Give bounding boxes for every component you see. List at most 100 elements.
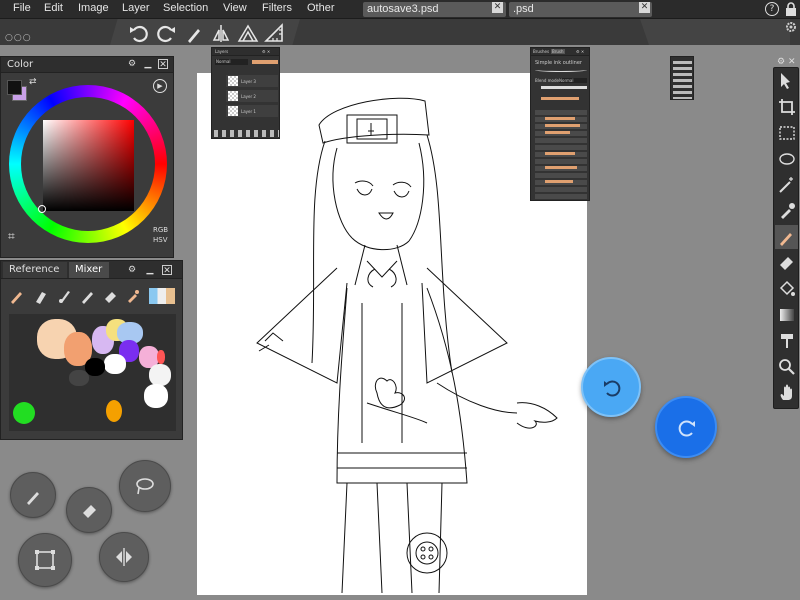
layer-opacity-slider[interactable]: [252, 60, 278, 64]
lasso-quick-button[interactable]: [119, 460, 171, 512]
layer-blend-mode-select[interactable]: Normal: [215, 59, 248, 65]
drawing-canvas[interactable]: [197, 73, 587, 595]
menu-layer[interactable]: Layer: [122, 2, 150, 14]
ellipse-select-icon[interactable]: [777, 149, 797, 169]
blend-mode-select[interactable]: Normal: [559, 78, 587, 83]
swap-colors-icon[interactable]: ⇄: [29, 77, 37, 87]
paint-blob: [144, 384, 168, 408]
rectangle-select-icon[interactable]: [777, 123, 797, 143]
color-mode-hsv[interactable]: HSV: [153, 236, 168, 244]
tab-brush[interactable]: Brush: [551, 49, 565, 54]
brush-setting-slider[interactable]: [541, 97, 579, 100]
layer-actions-bar[interactable]: [214, 130, 279, 137]
ruler-icon[interactable]: [263, 22, 285, 44]
flip-quick-button[interactable]: [99, 532, 149, 582]
close-icon[interactable]: ✕: [162, 265, 172, 276]
layer-row[interactable]: Layer 3: [226, 75, 278, 87]
brush-setting-slider[interactable]: [541, 86, 587, 89]
layer-row[interactable]: Layer 2: [226, 90, 278, 102]
redo-icon: [678, 420, 695, 437]
gear-icon[interactable]: [785, 21, 797, 33]
lock-icon[interactable]: [785, 2, 797, 16]
crop-icon[interactable]: [777, 97, 797, 117]
brush-setting-slider[interactable]: [545, 166, 577, 169]
tab-autosave3[interactable]: autosave3.psd: [363, 2, 506, 17]
close-icon[interactable]: ✕: [158, 59, 168, 70]
gear-icon[interactable]: ⚙: [777, 57, 785, 67]
floating-undo-button[interactable]: [581, 357, 641, 417]
magic-wand-icon[interactable]: [777, 175, 797, 195]
color-mode-rgb[interactable]: RGB: [153, 226, 168, 234]
mixer-tool-brush-icon[interactable]: [9, 288, 25, 304]
menu-filters[interactable]: Filters: [262, 2, 292, 14]
close-icon[interactable]: ✕: [788, 57, 796, 67]
close-tab-icon[interactable]: ✕: [492, 2, 503, 13]
blend-mode-label: Blend mode: [535, 78, 560, 83]
layer-thumbnail: [228, 106, 238, 116]
eraser-icon[interactable]: [777, 253, 797, 273]
panel-header: Color ⚙ ▁ ✕: [1, 57, 173, 73]
foreground-color-swatch[interactable]: [7, 80, 22, 95]
brush-setting-slider[interactable]: [545, 152, 575, 155]
move-icon[interactable]: [777, 71, 797, 91]
brush-stroke-preview: [535, 68, 587, 72]
perspective-icon[interactable]: [237, 22, 259, 44]
gradient-icon[interactable]: [777, 305, 797, 325]
panel-header: Layers ⚙ ✕: [212, 48, 279, 56]
gear-icon[interactable]: ⚙ ✕: [262, 49, 270, 54]
brush-icon[interactable]: [777, 227, 797, 247]
help-icon[interactable]: ?: [765, 2, 779, 16]
close-icon[interactable]: ⚙ ✕: [576, 49, 584, 54]
tab-brushes[interactable]: Brushes: [533, 49, 549, 54]
brush-setting-slider[interactable]: [545, 180, 573, 183]
zoom-icon[interactable]: [777, 357, 797, 377]
mixer-tool-eraser-icon[interactable]: [102, 288, 118, 304]
mixer-tool-wide-brush-icon[interactable]: [34, 288, 50, 304]
minimize-icon[interactable]: ▁: [143, 59, 153, 69]
brush-setting-slider[interactable]: [545, 124, 580, 127]
paint-blob: [13, 402, 35, 424]
eyedropper-icon[interactable]: [777, 201, 797, 221]
symmetry-icon[interactable]: [210, 22, 232, 44]
mini-tool-grid[interactable]: [673, 61, 692, 99]
saturation-value-square[interactable]: [43, 120, 134, 211]
gear-icon[interactable]: ⚙: [127, 265, 137, 275]
transform-quick-button[interactable]: [18, 533, 72, 587]
fill-bucket-icon[interactable]: [777, 279, 797, 299]
minimize-icon[interactable]: ▁: [145, 265, 155, 275]
paint-roller-icon[interactable]: [777, 331, 797, 351]
brush-icon[interactable]: [184, 22, 206, 44]
menu-file[interactable]: File: [13, 2, 31, 14]
eraser-quick-button[interactable]: [66, 487, 112, 533]
floating-redo-button[interactable]: [655, 396, 717, 458]
tab-reference[interactable]: Reference: [3, 262, 67, 278]
mixer-swatch-grid-icon[interactable]: [149, 288, 175, 304]
mixer-tool-smudge-icon[interactable]: [57, 288, 73, 304]
tab-psd[interactable]: .psd: [509, 2, 652, 17]
redo-icon[interactable]: [155, 22, 177, 44]
brush-setting-slider[interactable]: [545, 131, 570, 134]
mixer-tool-blend-icon[interactable]: [80, 288, 96, 304]
layer-thumbnail: [228, 91, 238, 101]
close-tab-icon[interactable]: ✕: [639, 2, 650, 13]
crop-icon[interactable]: ⌗: [8, 229, 15, 244]
hand-icon[interactable]: [777, 383, 797, 403]
paint-blob: [104, 354, 126, 374]
play-icon[interactable]: ▶: [153, 79, 167, 93]
menu-image[interactable]: Image: [78, 2, 109, 14]
brush-quick-button[interactable]: [10, 472, 56, 518]
transform-icon: [35, 550, 55, 570]
menu-other[interactable]: Other: [307, 2, 335, 14]
tab-mixer[interactable]: Mixer: [69, 262, 109, 278]
menu-selection[interactable]: Selection: [163, 2, 208, 14]
more-dots-icon[interactable]: ○○○: [5, 33, 32, 43]
brush-setting-slider[interactable]: [545, 117, 575, 120]
layer-row[interactable]: Layer 1: [226, 105, 278, 117]
menu-edit[interactable]: Edit: [44, 2, 63, 14]
undo-icon[interactable]: [128, 22, 150, 44]
gear-icon[interactable]: ⚙: [127, 59, 137, 69]
menu-view[interactable]: View: [223, 2, 247, 14]
mixer-tool-eyedropper-icon[interactable]: [125, 288, 141, 304]
sv-picker-handle[interactable]: [38, 205, 46, 213]
mixer-palette-area[interactable]: [9, 314, 176, 431]
